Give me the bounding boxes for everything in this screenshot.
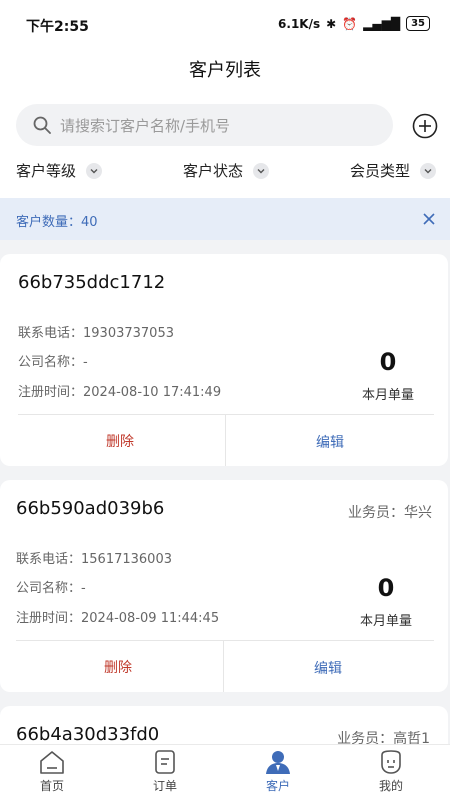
customer-count-bar: 客户数量：40 [0,198,450,240]
filter-label: 客户等级 [16,162,77,180]
salesperson: 业务员：华兴 [348,505,432,521]
tab-customers[interactable]: 客户 [238,749,318,794]
divider [225,415,226,466]
search-row: 请搜索订客户名称/手机号 [0,88,450,152]
phone-row: 联系电话：15617136003 [16,548,172,567]
customer-id: 66b590ad039b6 [16,498,165,519]
status-icons: 6.1K/s ✱ ⏰ ▂▄▆█ 35 [278,16,430,31]
company-label: 公司名称： [16,581,82,596]
search-icon [33,116,51,134]
delete-button[interactable]: 删除 [58,657,178,677]
customer-id: 66b735ddc1712 [18,272,166,293]
search-placeholder: 请搜索订客户名称/手机号 [60,117,231,135]
network-speed: 6.1K/s [278,16,321,31]
monthly-orders-value: 0 [377,574,395,602]
chevron-down-icon [86,162,103,179]
profile-icon [381,750,401,774]
registered-label: 注册时间： [18,385,84,400]
phone-row: 联系电话：19303737053 [18,322,174,341]
registered-value: 2024-08-10 17:41:49 [83,385,222,400]
divider [223,641,224,692]
tab-label: 首页 [39,779,64,793]
monthly-orders-label: 本月单量 [361,388,414,403]
home-icon [40,751,64,774]
customer-card[interactable]: 66b735ddc1712 联系电话：19303737053 公司名称：- 注册… [0,254,448,466]
tab-bar: 首页 订单 客户 我的 [0,744,450,800]
registered-label: 注册时间： [16,611,82,626]
company-row: 公司名称：- [16,577,86,596]
filter-label: 会员类型 [350,162,411,180]
monthly-orders-value: 0 [379,348,397,376]
phone-label: 联系电话： [18,326,84,341]
divider [18,414,434,415]
tab-orders[interactable]: 订单 [125,749,205,794]
tab-label: 我的 [378,779,403,793]
customer-id: 66b4a30d33fd0 [16,724,160,745]
company-value: - [81,581,86,596]
customer-card[interactable]: 66b590ad039b6 业务员：华兴 联系电话：15617136003 公司… [0,480,448,692]
order-icon [155,750,175,774]
tab-label: 订单 [152,779,177,793]
alarm-icon: ⏰ [342,16,358,31]
tab-profile[interactable]: 我的 [351,749,431,794]
add-customer-icon[interactable] [411,112,439,140]
company-row: 公司名称：- [18,351,88,370]
delete-button[interactable]: 删除 [60,431,180,451]
filter-label: 客户状态 [183,162,244,180]
search-input[interactable]: 请搜索订客户名称/手机号 [16,104,393,146]
edit-button[interactable]: 编辑 [270,432,390,452]
customer-count: 客户数量：40 [16,215,98,230]
filter-customer-status[interactable]: 客户状态 [183,160,270,181]
battery-icon: 35 [406,16,430,31]
edit-button[interactable]: 编辑 [268,658,388,678]
close-icon[interactable] [422,212,436,226]
filter-member-type[interactable]: 会员类型 [350,160,437,181]
registered-row: 注册时间：2024-08-09 11:44:45 [16,607,219,626]
tab-label: 客户 [265,779,290,793]
company-value: - [83,355,88,370]
chevron-down-icon [253,162,270,179]
phone-value: 19303737053 [83,326,174,341]
chevron-down-icon [420,162,437,179]
page-title: 客户列表 [189,60,261,81]
filter-customer-level[interactable]: 客户等级 [16,160,103,181]
divider [16,640,434,641]
customer-icon [266,751,290,774]
tab-home[interactable]: 首页 [12,749,92,794]
phone-label: 联系电话： [16,552,82,567]
monthly-orders-label: 本月单量 [359,614,412,629]
company-label: 公司名称： [18,355,84,370]
navbar: 客户列表 [0,48,450,88]
status-bar: 下午2:55 6.1K/s ✱ ⏰ ▂▄▆█ 35 [0,0,450,48]
phone-value: 15617136003 [81,552,172,567]
status-time: 下午2:55 [26,19,89,35]
registered-row: 注册时间：2024-08-10 17:41:49 [18,381,221,400]
bluetooth-icon: ✱ [326,16,337,31]
filter-row: 客户等级 客户状态 会员类型 [0,152,450,198]
registered-value: 2024-08-09 11:44:45 [81,611,220,626]
signal-icon: ▂▄▆█ [363,16,401,31]
